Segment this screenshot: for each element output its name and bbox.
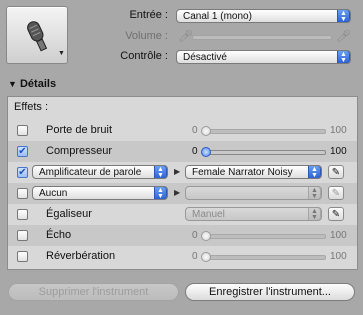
effets-label: Effets : [14,101,49,113]
entree-popup[interactable]: Canal 1 (mono) ▲ ▼ [176,9,351,23]
compresseur-slider-track[interactable] [202,150,326,155]
amplificateur-preset-value: Female Narrator Noisy [192,167,293,178]
echo-slider-track[interactable] [202,234,326,239]
porte-min: 0 [192,125,198,136]
aucun-value: Aucun [39,188,68,199]
reverb-checkbox[interactable] [17,251,28,262]
porte-checkbox[interactable] [17,125,28,136]
amplificateur-preset-popup[interactable]: Female Narrator Noisy ▲ ▼ [185,165,322,179]
popup-arrows-icon: ▲ ▼ [154,166,167,178]
aucun-checkbox[interactable] [17,188,28,199]
popup-arrows-icon: ▲ ▼ [308,187,321,199]
effect-row-amplificateur: ✔ Amplificateur de parole ▲ ▼ ▶ Female Na… [8,162,357,183]
compresseur-checkbox[interactable]: ✔ [17,146,28,157]
egaliseur-name: Égaliseur [46,208,92,220]
expand-triangle-icon[interactable]: ▶ [174,167,180,176]
volume-track [192,35,332,40]
echo-min: 0 [192,230,198,241]
popup-arrows-icon: ▲ ▼ [154,187,167,199]
porte-name: Porte de bruit [46,124,113,136]
reverb-min: 0 [192,251,198,262]
reverb-max: 100 [330,251,347,262]
pencil-icon[interactable]: ✎ [328,207,344,221]
reverb-name: Réverbération [46,250,116,262]
entree-label: Entrée : [129,9,168,21]
reverb-slider-track[interactable] [202,255,326,260]
popup-arrows-icon: ▲ ▼ [308,166,321,178]
amplificateur-checkbox[interactable]: ✔ [17,167,28,178]
effect-row-echo: Écho 0 100 [8,225,357,246]
details-disclosure[interactable]: ▼ Détails [8,78,56,90]
compresseur-min: 0 [192,146,198,157]
amplificateur-value: Amplificateur de parole [39,167,142,178]
compresseur-slider-knob[interactable] [201,147,211,157]
effect-row-porte: Porte de bruit 0 100 [8,120,357,141]
amplificateur-popup[interactable]: Amplificateur de parole ▲ ▼ [32,165,168,179]
volume-label: Volume : [125,30,168,42]
expand-triangle-icon[interactable]: ▶ [174,188,180,197]
porte-slider-track[interactable] [202,129,326,134]
egaliseur-preset-value: Manuel [192,209,225,220]
egaliseur-checkbox[interactable] [17,209,28,220]
porte-max: 100 [330,125,347,136]
controle-popup[interactable]: Désactivé ▲ ▼ [176,50,351,64]
mic-high-icon: 🎤︎ [336,29,352,43]
echo-name: Écho [46,229,72,241]
porte-slider-knob[interactable] [201,126,211,136]
enregistrer-instrument-button[interactable]: Enregistrer l'instrument... [185,283,355,301]
egaliseur-preset-popup: Manuel ▲ ▼ [185,207,322,221]
entree-value: Canal 1 (mono) [183,11,252,22]
popup-arrows-icon: ▲ ▼ [308,208,321,220]
details-title: Détails [19,78,57,90]
effect-row-egaliseur: Égaliseur Manuel ▲ ▼ ✎ [8,204,357,225]
popup-arrows-icon: ▲ ▼ [337,51,350,63]
supprimer-instrument-button[interactable]: Supprimer l'instrument [8,283,179,301]
effects-panel: Effets : Porte de bruit 0 100 ✔ Compress… [7,96,358,270]
reverb-slider-knob[interactable] [201,252,211,262]
echo-checkbox[interactable] [17,230,28,241]
aucun-preset-popup: ▲ ▼ [185,186,322,200]
effect-row-compresseur: ✔ Compresseur 0 100 [8,141,357,162]
effect-row-aucun: Aucun ▲ ▼ ▶ ▲ ▼ ✎ [8,183,357,204]
controle-value: Désactivé [183,52,227,63]
echo-max: 100 [330,230,347,241]
popup-arrows-icon: ▲ ▼ [337,10,350,22]
echo-slider-knob[interactable] [201,231,211,241]
pencil-icon: ✎ [328,186,344,200]
disclosure-triangle-icon: ▼ [8,79,17,89]
compresseur-max: 100 [330,146,347,157]
aucun-popup[interactable]: Aucun ▲ ▼ [32,186,168,200]
effect-row-reverb: Réverbération 0 100 [8,246,357,267]
compresseur-name: Compresseur [46,145,113,157]
volume-slider: 🎤︎ 🎤︎ [176,29,351,45]
mic-low-icon: 🎤︎ [178,29,194,43]
controle-label: Contrôle : [120,50,168,62]
pencil-icon[interactable]: ✎ [328,165,344,179]
